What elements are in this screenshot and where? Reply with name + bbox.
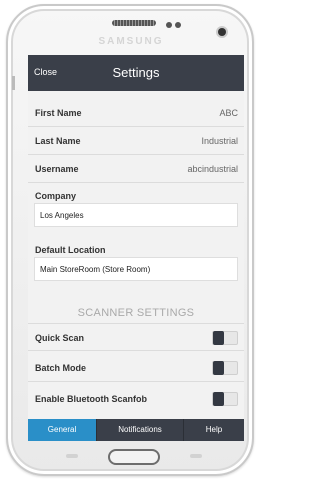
company-value: Los Angeles xyxy=(40,211,84,220)
app-screen: Close Settings First Name ABC Last Name … xyxy=(28,55,244,441)
quick-scan-label: Quick Scan xyxy=(35,333,85,343)
first-name-row: First Name ABC xyxy=(28,99,244,127)
bottom-tab-bar: General Notifications Help xyxy=(28,419,244,441)
tab-help[interactable]: Help xyxy=(184,419,244,441)
side-button xyxy=(12,76,15,90)
toggle-knob xyxy=(213,361,224,375)
first-name-value: ABC xyxy=(219,108,238,118)
bluetooth-scanfob-toggle[interactable] xyxy=(212,392,238,406)
front-camera xyxy=(218,28,226,36)
last-name-row: Last Name Industrial xyxy=(28,127,244,155)
home-button[interactable] xyxy=(108,449,160,465)
default-location-value: Main StoreRoom (Store Room) xyxy=(40,265,151,274)
company-label: Company xyxy=(35,191,77,201)
tab-notifications[interactable]: Notifications xyxy=(97,419,183,441)
toggle-knob xyxy=(213,392,224,406)
tab-general[interactable]: General xyxy=(28,419,96,441)
username-label: Username xyxy=(35,164,79,174)
light-sensor xyxy=(175,22,181,28)
last-name-value: Industrial xyxy=(201,136,238,146)
earpiece-speaker xyxy=(112,20,156,26)
default-location-field[interactable]: Main StoreRoom (Store Room) xyxy=(34,257,238,281)
batch-mode-row: Batch Mode xyxy=(28,354,244,382)
quick-scan-toggle[interactable] xyxy=(212,331,238,345)
bluetooth-scanfob-label: Enable Bluetooth Scanfob xyxy=(35,394,148,404)
quick-scan-row: Quick Scan xyxy=(28,323,244,351)
back-key[interactable] xyxy=(190,454,202,458)
bluetooth-scanfob-row: Enable Bluetooth Scanfob xyxy=(28,385,244,413)
last-name-label: Last Name xyxy=(35,136,81,146)
top-bar: Close Settings xyxy=(28,55,244,91)
batch-mode-label: Batch Mode xyxy=(35,363,87,373)
page-title: Settings xyxy=(112,65,160,80)
scanner-settings-heading: SCANNER SETTINGS xyxy=(77,307,195,319)
batch-mode-toggle[interactable] xyxy=(212,361,238,375)
brand-logo: SAMSUNG xyxy=(98,36,164,47)
recent-apps-key[interactable] xyxy=(66,454,78,458)
default-location-label: Default Location xyxy=(35,245,106,255)
first-name-label: First Name xyxy=(35,108,82,118)
proximity-sensor xyxy=(166,22,172,28)
username-row: Username abcindustrial xyxy=(28,155,244,183)
toggle-knob xyxy=(213,331,224,345)
username-value: abcindustrial xyxy=(187,164,238,174)
company-field[interactable]: Los Angeles xyxy=(34,203,238,227)
